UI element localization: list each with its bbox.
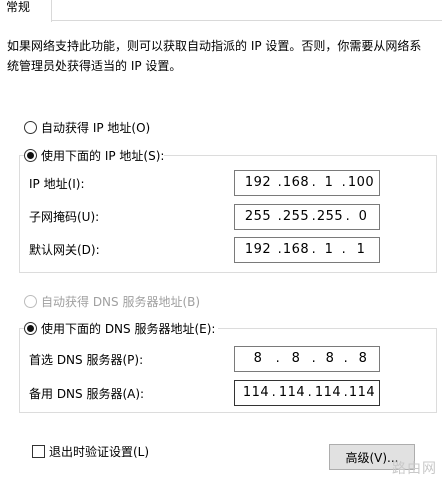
- preferred-dns-input[interactable]: 8 . 8 . 8 . 8: [234, 346, 380, 372]
- subnet-mask-label: 子网掩码(U):: [29, 210, 100, 224]
- ip-address-input[interactable]: 192 . 168 . 1 . 100: [234, 170, 380, 196]
- tab-strip: 常规: [0, 0, 442, 22]
- ip-address-octet-3: 1: [324, 175, 334, 190]
- radio-manual-ip-label: 使用下面的 IP 地址(S):: [41, 148, 165, 163]
- alternate-dns-input[interactable]: 114 . 114 . 114 . 114: [234, 380, 380, 406]
- preferred-dns-label: 首选 DNS 服务器(P):: [29, 353, 144, 367]
- default-gateway-input[interactable]: 192 . 168 . 1 . 1: [234, 237, 380, 263]
- default-gateway-label: 默认网关(D):: [29, 243, 100, 257]
- preferred-dns-octet-1: 8: [253, 351, 263, 366]
- radio-auto-dns[interactable]: 自动获得 DNS 服务器地址(B): [24, 292, 200, 310]
- radio-circle-icon: [24, 120, 37, 134]
- checkbox-box-icon: [32, 444, 45, 458]
- gateway-octet-1: 192: [244, 242, 272, 257]
- radio-manual-dns[interactable]: 使用下面的 DNS 服务器地址(E):: [24, 319, 215, 337]
- subnet-mask-input[interactable]: 255 . 255 . 255 . 0: [234, 204, 380, 230]
- subnet-octet-3: 255: [316, 209, 344, 224]
- subnet-octet-4: 0: [358, 209, 368, 224]
- alternate-dns-octet-3: 114: [314, 385, 342, 400]
- ip-address-label: IP 地址(I):: [29, 177, 85, 191]
- alternate-dns-octet-1: 114: [242, 385, 270, 400]
- radio-circle-icon: [24, 294, 37, 308]
- radio-manual-dns-label: 使用下面的 DNS 服务器地址(E):: [41, 321, 216, 336]
- radio-auto-dns-label: 自动获得 DNS 服务器地址(B): [41, 294, 201, 309]
- subnet-octet-1: 255: [244, 209, 272, 224]
- radio-auto-ip-label: 自动获得 IP 地址(O): [41, 120, 151, 135]
- tab-general[interactable]: 常规: [0, 0, 52, 22]
- ip-address-octet-2: 168: [282, 175, 310, 190]
- gateway-octet-4: 1: [356, 242, 366, 257]
- alternate-dns-octet-2: 114: [278, 385, 306, 400]
- validate-on-exit-checkbox[interactable]: 退出时验证设置(L): [32, 442, 149, 460]
- ip-address-octet-4: 100: [347, 175, 375, 190]
- preferred-dns-octet-3: 8: [325, 351, 335, 366]
- alternate-dns-label: 备用 DNS 服务器(A):: [29, 387, 145, 401]
- radio-manual-ip[interactable]: 使用下面的 IP 地址(S):: [24, 146, 164, 164]
- gateway-octet-2: 168: [282, 242, 310, 257]
- ip-address-octet-1: 192: [244, 175, 272, 190]
- description-text: 如果网络支持此功能，则可以获取自动指派的 IP 设置。否则，你需要从网络系统管理…: [7, 39, 422, 73]
- validate-on-exit-label: 退出时验证设置(L): [49, 444, 150, 459]
- radio-checked-icon: [24, 321, 37, 335]
- preferred-dns-octet-4: 8: [358, 351, 368, 366]
- subnet-octet-2: 255: [282, 209, 310, 224]
- gateway-octet-3: 1: [324, 242, 334, 257]
- radio-auto-ip[interactable]: 自动获得 IP 地址(O): [24, 118, 150, 136]
- radio-checked-icon: [24, 148, 37, 162]
- preferred-dns-octet-2: 8: [291, 351, 301, 366]
- alternate-dns-octet-4: 114: [348, 385, 376, 400]
- watermark-text: 路由网: [392, 461, 437, 477]
